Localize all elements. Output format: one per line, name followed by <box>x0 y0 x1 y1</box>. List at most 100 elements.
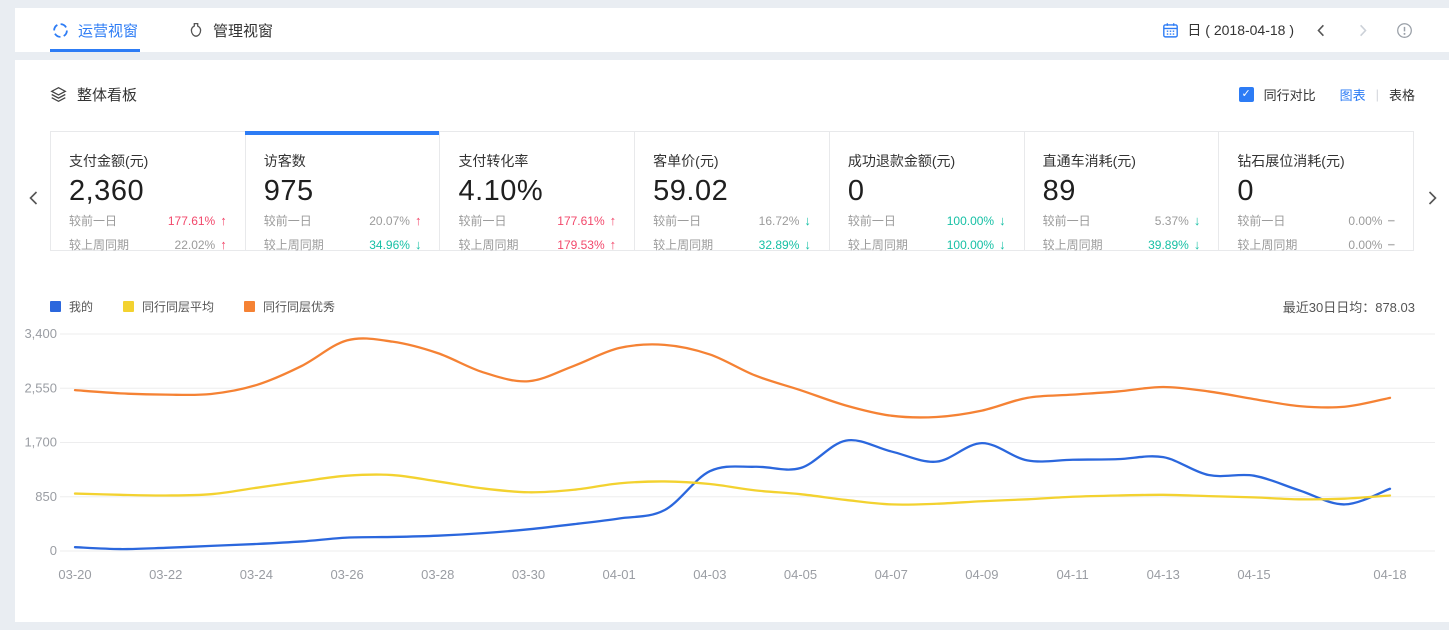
trend-arrow-icon: ↓ <box>1194 237 1201 252</box>
carousel-next-button[interactable] <box>1424 189 1440 207</box>
section-header: 整体看板 同行对比 图表 | 表格 <box>15 60 1449 105</box>
tab-label: 管理视窗 <box>213 20 273 41</box>
view-toggle-divider: | <box>1376 87 1379 102</box>
metric-title: 访客数 <box>264 151 422 171</box>
change-value: 100.00% <box>947 214 994 228</box>
svg-text:04-09: 04-09 <box>965 567 998 582</box>
trend-arrow-icon: ↓ <box>804 213 811 228</box>
metric-change-row: 较前一日 100.00%↓ <box>848 212 1006 229</box>
metric-change-row: 较前一日 0.00%− <box>1237 212 1395 229</box>
legend-label: 同行同层平均 <box>142 298 214 315</box>
tab-operations-view[interactable]: 运营视窗 <box>50 8 140 52</box>
thirty-day-average-label: 最近30日日均：878.03 <box>1283 297 1415 316</box>
view-toggle-chart[interactable]: 图表 <box>1340 85 1366 104</box>
change-value: 39.89% <box>1148 238 1189 252</box>
metric-change-row: 较前一日 177.61% ↑ <box>458 212 616 229</box>
svg-text:03-30: 03-30 <box>512 567 545 582</box>
metric-value: 0 <box>1237 175 1395 208</box>
trend-arrow-icon: − <box>1387 237 1395 252</box>
date-controls: 日 ( 2018-04-18 ) <box>1162 20 1419 41</box>
metric-card-diamond-booth-cost[interactable]: 钻石展位消耗(元) 0 较前一日 0.00%− 较上周同期 0.00%− <box>1218 131 1414 251</box>
svg-text:04-15: 04-15 <box>1237 567 1270 582</box>
change-value: 177.61% <box>557 214 604 228</box>
svg-text:3,400: 3,400 <box>24 326 57 341</box>
metric-change-row: 较上周同期 100.00% ↓ <box>848 236 1006 253</box>
metric-card-payment-amount[interactable]: 支付金额(元) 2,360 较前一日 177.61%↑ 较上周同期 22.02%… <box>50 131 246 251</box>
operations-view-icon <box>52 22 69 39</box>
metric-title: 钻石展位消耗(元) <box>1237 151 1395 171</box>
change-label: 较上周同期 <box>69 236 129 253</box>
peer-compare-label: 同行对比 <box>1264 85 1316 104</box>
prev-day-button[interactable] <box>1308 21 1335 40</box>
metric-change-row: 较上周同期 32.89%↓ <box>653 236 811 253</box>
date-picker[interactable]: 日 ( 2018-04-18 ) <box>1162 20 1294 40</box>
change-label: 较上周同期 <box>264 236 324 253</box>
svg-text:04-05: 04-05 <box>784 567 817 582</box>
svg-text:03-24: 03-24 <box>240 567 273 582</box>
tab-management-view[interactable]: 管理视窗 <box>186 8 275 52</box>
change-label: 较前一日 <box>264 212 312 229</box>
svg-text:04-18: 04-18 <box>1373 567 1406 582</box>
info-icon[interactable] <box>1390 20 1419 41</box>
metric-value: 975 <box>264 175 422 208</box>
svg-text:1,700: 1,700 <box>24 435 57 450</box>
legend-item-mine[interactable]: 我的 <box>50 298 93 315</box>
change-value: 0.00% <box>1348 238 1382 252</box>
svg-text:04-13: 04-13 <box>1147 567 1180 582</box>
change-value: 0.00% <box>1348 214 1382 228</box>
metric-value: 0 <box>848 175 1006 208</box>
metric-value: 2,360 <box>69 175 227 208</box>
svg-text:03-26: 03-26 <box>330 567 363 582</box>
metric-title: 成功退款金额(元) <box>848 151 1006 171</box>
metric-title: 支付转化率 <box>458 151 616 171</box>
change-label: 较前一日 <box>69 212 117 229</box>
metric-cards-row: 支付金额(元) 2,360 较前一日 177.61%↑ 较上周同期 22.02%… <box>50 131 1414 251</box>
svg-text:0: 0 <box>50 543 57 558</box>
layers-icon <box>50 86 67 103</box>
management-view-icon <box>188 22 204 38</box>
metric-card-refund-amount[interactable]: 成功退款金额(元) 0 较前一日 100.00%↓ 较上周同期 100.00% ↓ <box>829 131 1025 251</box>
change-label: 较上周同期 <box>1237 236 1297 253</box>
change-label: 较上周同期 <box>458 236 518 253</box>
change-value: 20.07% <box>369 214 410 228</box>
change-label: 较前一日 <box>1237 212 1285 229</box>
metric-card-payment-conversion-rate[interactable]: 支付转化率 4.10% 较前一日 177.61%↑ 较上周同期 179.53%↑ <box>439 131 635 251</box>
change-value: 32.89% <box>759 238 800 252</box>
svg-text:04-01: 04-01 <box>603 567 636 582</box>
change-value: 16.72% <box>759 214 800 228</box>
legend-swatch-peer-average <box>123 301 134 312</box>
change-label: 较上周同期 <box>848 236 908 253</box>
svg-text:03-28: 03-28 <box>421 567 454 582</box>
metric-change-row: 较前一日 5.37%↓ <box>1043 212 1201 229</box>
legend-swatch-mine <box>50 301 61 312</box>
next-day-button[interactable] <box>1349 21 1376 40</box>
change-label: 较前一日 <box>1043 212 1091 229</box>
metric-change-row: 较上周同期 179.53%↑ <box>458 236 616 253</box>
change-label: 较前一日 <box>458 212 506 229</box>
metric-card-express-train-cost[interactable]: 直通车消耗(元) 89 较前一日 5.37%↓ 较上周同期 39.89%↓ <box>1024 131 1220 251</box>
trend-arrow-icon: ↓ <box>999 237 1006 252</box>
trend-arrow-icon: ↑ <box>610 213 617 228</box>
metric-title: 客单价(元) <box>653 151 811 171</box>
metric-value: 89 <box>1043 175 1201 208</box>
tab-label: 运营视窗 <box>78 20 138 41</box>
peer-compare-checkbox[interactable] <box>1239 87 1254 102</box>
calendar-icon <box>1162 22 1179 39</box>
legend-item-peer-average[interactable]: 同行同层平均 <box>123 298 214 315</box>
trend-arrow-icon: ↑ <box>610 237 617 252</box>
change-value: 34.96% <box>369 238 410 252</box>
metric-card-visitor-count[interactable]: 访客数 975 较前一日 20.07%↑ 较上周同期 34.96%↓ <box>245 131 441 251</box>
change-value: 22.02% <box>175 238 216 252</box>
legend-item-peer-best[interactable]: 同行同层优秀 <box>244 298 335 315</box>
carousel-prev-button[interactable] <box>26 189 42 207</box>
chart-legend: 我的 同行同层平均 同行同层优秀 最近30日日均：878.03 <box>15 297 1449 316</box>
metric-change-row: 较前一日 177.61%↑ <box>69 212 227 229</box>
section-title: 整体看板 <box>77 84 137 105</box>
change-label: 较前一日 <box>848 212 896 229</box>
view-toggle-table[interactable]: 表格 <box>1389 85 1415 104</box>
metric-change-row: 较上周同期 34.96% ↓ <box>264 236 422 253</box>
date-label: 日 ( 2018-04-18 ) <box>1187 20 1294 40</box>
metric-card-avg-order-value[interactable]: 客单价(元) 59.02 较前一日 16.72%↓ 较上周同期 32.89%↓ <box>634 131 830 251</box>
trend-arrow-icon: ↓ <box>415 237 422 252</box>
change-value: 100.00% <box>947 238 994 252</box>
